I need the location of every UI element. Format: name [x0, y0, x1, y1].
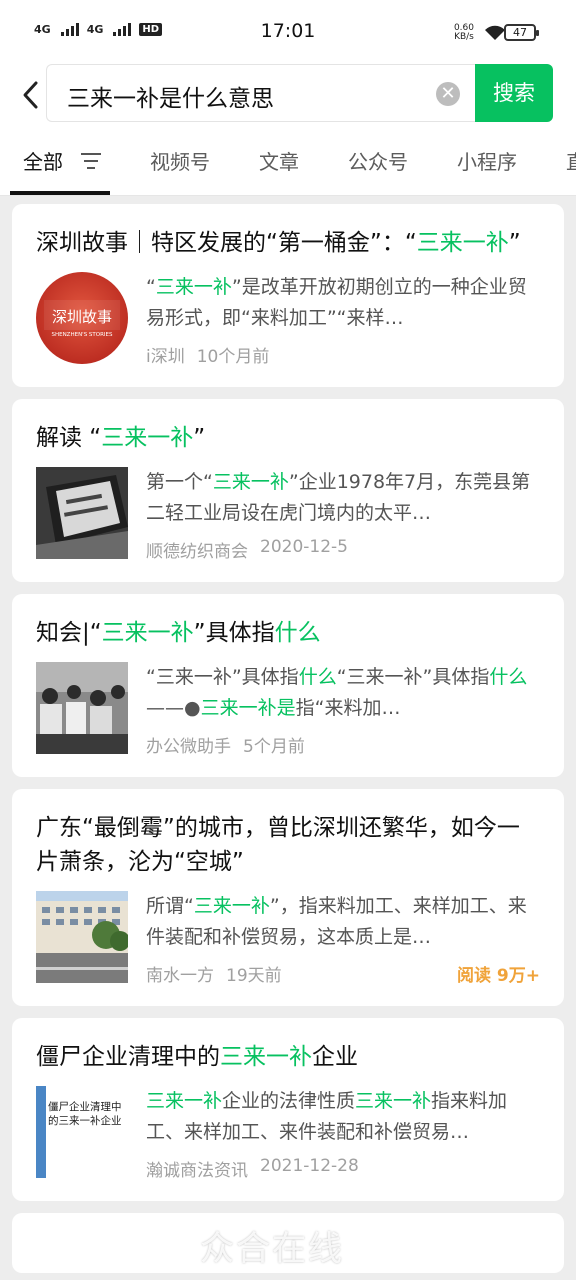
result-snippet: “三来一补”具体指什么“三来一补”具体指什么——●三来一补是指“来料加… [146, 662, 540, 724]
highlight-text: 什么 [274, 620, 321, 646]
result-time: 10个月前 [196, 347, 270, 367]
result-time: 5个月前 [243, 737, 305, 757]
tab-mini-programs[interactable]: 小程序 [457, 146, 517, 175]
status-right: 0.60 KB/s [454, 24, 506, 42]
highlight-text: 什么 [298, 666, 337, 688]
result-thumbnail [36, 467, 128, 559]
result-card[interactable]: 深圳故事｜特区发展的“第一桶金”：“三来一补” 深圳故事 SHENZHEN'S … [12, 204, 564, 387]
result-card[interactable]: 僵尸企业清理中的三来一补企业 僵尸企业清理中的三来一补企业 三来一补企业的法律性… [12, 1018, 564, 1201]
result-snippet: 第一个“三来一补”企业1978年7月，东莞县第二轻工业局设在虎门境内的太平… [146, 467, 540, 529]
clear-icon[interactable]: ✕ [436, 82, 460, 106]
text-segment: 解读 “ [36, 425, 102, 451]
read-count: 阅读 9万+ [457, 966, 540, 986]
tab-channels[interactable]: 视频号 [150, 146, 210, 175]
highlight-text: 三来一补 [212, 471, 289, 493]
text-segment: 企业的法律性质 [222, 1090, 356, 1112]
result-time: 2020-12-5 [260, 537, 348, 557]
back-arrow-icon[interactable] [20, 80, 42, 110]
result-source[interactable]: 顺德纺织商会 [146, 537, 248, 562]
result-card[interactable]: 知会|“三来一补”具体指什么 “三来一补”具体指什么“三来一补”具体指什么——●… [12, 594, 564, 777]
thumb-subtitle: SHENZHEN'S STORIES [51, 332, 113, 338]
result-card[interactable]: 解读 “三来一补” 第一个“三来一补”企业1978年7月，东莞县第二轻工业局设在… [12, 399, 564, 582]
result-thumbnail: 僵尸企业清理中的三来一补企业 [36, 1086, 128, 1178]
top-bar: 4G 4G HD 17:01 0.60 KB/s 47 三来一补是什么意思 ✕ … [0, 0, 576, 196]
highlight-text: 三来一补 [101, 425, 194, 451]
text-segment: ”具体指 [193, 620, 275, 646]
text-segment: 知会|“ [36, 620, 102, 646]
result-snippet: 三来一补企业的法律性质三来一补指来料加工、来样加工、来件装配和补偿贸易… [146, 1086, 540, 1148]
text-segment: 指“来料加… [295, 697, 401, 719]
text-segment: 广东“最倒霉”的城市，曾比深圳还繁华，如今一片萧条，沦为“空城” [36, 815, 520, 875]
tab-bar: 全部 视频号 文章 公众号 小程序 直 [0, 126, 576, 196]
result-source[interactable]: 瀚诚商法资讯 [146, 1156, 248, 1181]
watermark: 众合在线 [200, 1229, 344, 1269]
result-card[interactable]: 广东“最倒霉”的城市，曾比深圳还繁华，如今一片萧条，沦为“空城” 所谓“三来一补… [12, 789, 564, 1006]
wifi-icon [485, 25, 505, 40]
result-thumbnail [36, 891, 130, 983]
result-title[interactable]: 深圳故事｜特区发展的“第一桶金”：“三来一补” [36, 226, 540, 260]
result-source[interactable]: i深圳 [146, 342, 185, 367]
highlight-text: 三来一补 [220, 1044, 312, 1070]
tab-official-accounts[interactable]: 公众号 [348, 146, 408, 175]
status-bar: 4G 4G HD 17:01 0.60 KB/s 47 [0, 0, 576, 64]
highlight-text: 三来一补 [193, 895, 270, 917]
highlight-text: 三来一补 [416, 230, 509, 256]
text-segment: ——● [146, 697, 201, 719]
search-input[interactable]: 三来一补是什么意思 ✕ [46, 64, 476, 122]
result-title[interactable]: 知会|“三来一补”具体指什么 [36, 616, 540, 650]
text-segment: “三来一补”具体指 [336, 666, 490, 688]
thumb-title: 僵尸企业清理中的三来一补企业 [48, 1101, 122, 1127]
result-title[interactable]: 僵尸企业清理中的三来一补企业 [36, 1040, 540, 1074]
net-speed-unit: KB/s [454, 32, 474, 42]
search-row: 三来一补是什么意思 ✕ 搜索 [0, 64, 576, 126]
text-segment: ” [508, 230, 521, 256]
text-segment: 第一个“ [146, 471, 213, 493]
text-segment: 所谓“ [146, 895, 194, 917]
text-segment: 企业 [312, 1044, 358, 1070]
result-title[interactable]: 解读 “三来一补” [36, 421, 540, 455]
tab-live[interactable]: 直 [566, 146, 576, 175]
result-snippet: 所谓“三来一补”，指来料加工、来样加工、来件装配和补偿贸易，这本质上是… [146, 891, 540, 953]
highlight-text: 三来一补 [101, 620, 194, 646]
tab-articles[interactable]: 文章 [259, 146, 299, 175]
result-source[interactable]: 南水一方 [146, 961, 214, 986]
active-tab-indicator [10, 191, 110, 195]
text-segment: 深圳故事｜特区发展的“第一桶金”：“ [36, 230, 417, 256]
search-query[interactable]: 三来一补是什么意思 [67, 79, 274, 113]
result-snippet: “三来一补”是改革开放初期创立的一种企业贸易形式，即“来料加工”“来样… [146, 272, 540, 334]
text-segment: “ [146, 276, 156, 298]
text-segment: ” [193, 425, 206, 451]
highlight-text: 三来一补 [155, 276, 232, 298]
text-segment: “三来一补”具体指 [146, 666, 299, 688]
battery-icon: 47 [504, 24, 539, 41]
result-time: 2021-12-28 [260, 1156, 359, 1176]
highlight-text: 三来一补是 [200, 697, 296, 719]
highlight-text: 什么 [489, 666, 528, 688]
result-thumbnail [36, 662, 128, 754]
highlight-text: 三来一补 [355, 1090, 432, 1112]
result-source[interactable]: 办公微助手 [146, 732, 231, 757]
result-thumbnail: 深圳故事 SHENZHEN'S STORIES [36, 272, 128, 364]
results-list: 深圳故事｜特区发展的“第一桶金”：“三来一补” 深圳故事 SHENZHEN'S … [0, 196, 576, 1273]
search-button[interactable]: 搜索 [475, 64, 553, 122]
filter-icon[interactable] [81, 152, 101, 169]
result-title[interactable]: 广东“最倒霉”的城市，曾比深圳还繁华，如今一片萧条，沦为“空城” [36, 811, 540, 879]
highlight-text: 三来一补 [146, 1090, 223, 1112]
tab-all[interactable]: 全部 [23, 146, 101, 175]
text-segment: 僵尸企业清理中的 [36, 1044, 220, 1070]
tab-all-label: 全部 [23, 150, 63, 174]
result-time: 19天前 [226, 966, 282, 986]
thumb-title: 深圳故事 [52, 308, 112, 326]
